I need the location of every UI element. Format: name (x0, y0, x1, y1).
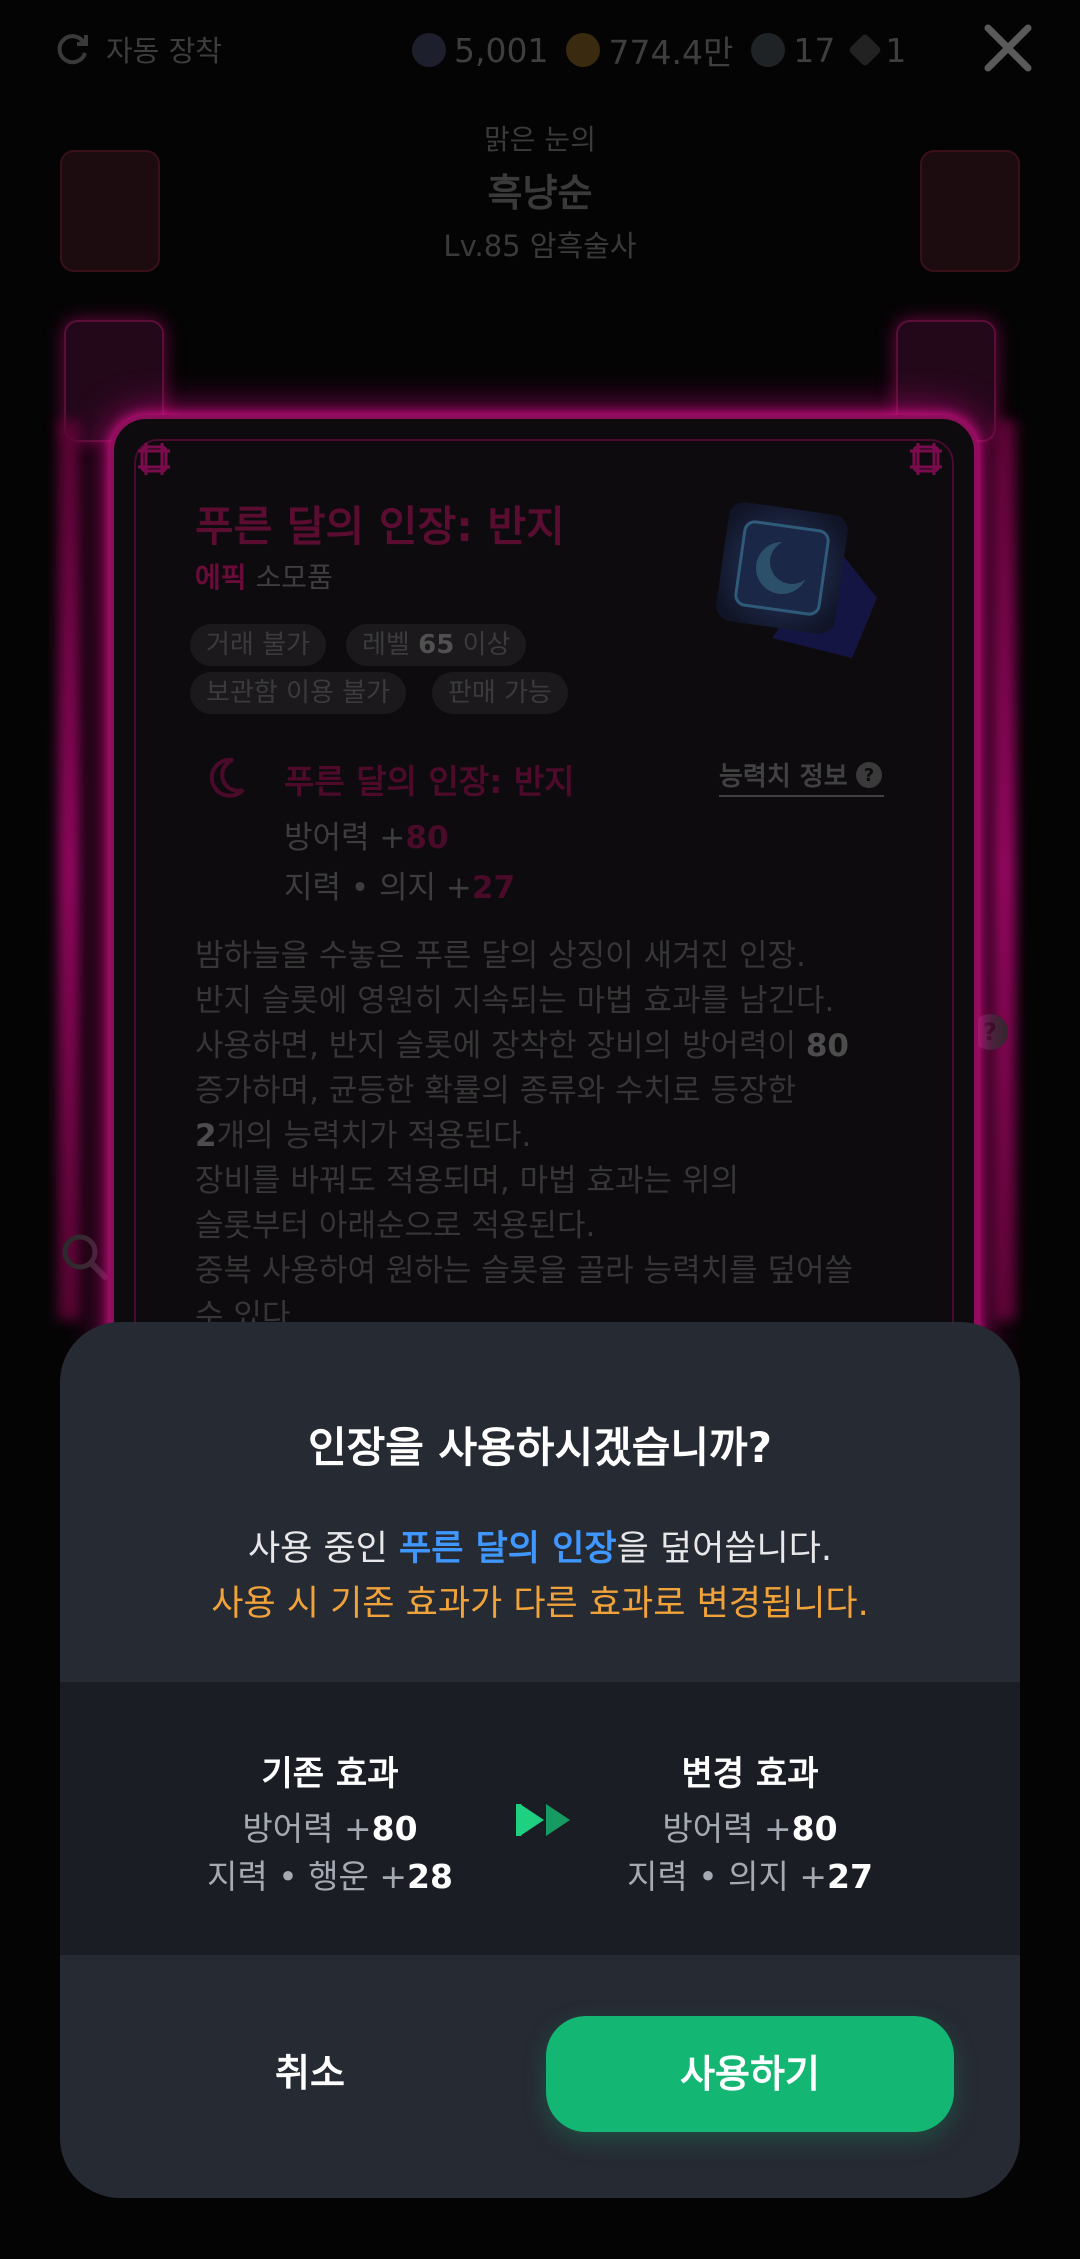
equipment-slot[interactable] (920, 150, 1020, 272)
character-epithet: 맑은 눈의 (484, 123, 596, 156)
auto-equip-toggle[interactable]: 자동 장착 (52, 28, 222, 70)
currency-value: 17 (793, 30, 836, 70)
gold-coin-icon (566, 33, 601, 67)
current-effect-title: 기존 효과 (261, 1754, 399, 1794)
currency-value: 1 (885, 30, 907, 70)
dialog-title: 인장을 사용하시겠습니까? (307, 1423, 773, 1472)
top-bar: 자동 장착 5,001 774.4만 17 1 (0, 0, 1080, 95)
currency-value: 774.4만 (608, 33, 734, 72)
effect-title: 푸른 달의 인장: 반지 (284, 762, 575, 801)
ornament-knot-icon (138, 443, 170, 475)
item-grade-line: 에픽 소모품 (195, 556, 333, 596)
current-effect-line: 지력 • 행운 +28 (207, 1857, 453, 1896)
svg-text:?: ? (983, 1018, 997, 1046)
dialog-warning: 사용 시 기존 효과가 다른 효과로 변경됩니다. (211, 1584, 869, 1624)
diamond-icon (848, 33, 883, 67)
character-header: 맑은 눈의 흑냥순 Lv.85 암흑술사 (0, 118, 1080, 265)
search-icon[interactable] (58, 1230, 110, 1282)
new-effect-title: 변경 효과 (681, 1754, 819, 1794)
ornament-knot-icon (910, 443, 942, 475)
auto-equip-label: 자동 장착 (106, 34, 222, 68)
dark-gem-icon (412, 33, 446, 67)
crescent-moon-icon (209, 757, 245, 798)
tag-chip: 보관함 이용 불가 (190, 672, 406, 714)
item-category: 소모품 (255, 561, 333, 594)
current-effect-line: 방어력 +80 (242, 1809, 418, 1848)
tag-chip: 거래 불가 (190, 624, 326, 666)
equipment-slot[interactable] (60, 150, 160, 272)
slot-column-glow (994, 420, 1016, 1320)
question-icon: ? (855, 761, 882, 788)
level-requirement-chip: 레벨 65 이상 (346, 624, 527, 666)
svg-text:?: ? (863, 765, 873, 786)
effect-line: 지력 • 의지 +27 (284, 870, 516, 906)
new-effect-line: 지력 • 의지 +27 (627, 1857, 873, 1896)
crystal-icon (751, 33, 786, 67)
use-seal-confirm-dialog: 인장을 사용하시겠습니까? 사용 중인 푸른 달의 인장을 덮어씁니다. 사용 … (60, 1322, 1020, 2198)
item-grade: 에픽 (195, 561, 247, 594)
currency-value: 5,001 (454, 30, 549, 70)
cancel-button[interactable]: 취소 (230, 2038, 390, 2108)
dialog-message: 사용 중인 푸른 달의 인장을 덮어씁니다. (247, 1529, 833, 1569)
refresh-icon (57, 34, 88, 65)
highlighted-item-name: 푸른 달의 인장 (399, 1529, 617, 1569)
moon-seal-item-icon (716, 502, 877, 658)
new-effect-line: 방어력 +80 (662, 1809, 838, 1848)
stat-info-link[interactable]: 능력치 정보 ? (719, 756, 884, 797)
effect-line: 방어력 +80 (284, 820, 449, 856)
close-icon[interactable] (978, 18, 1038, 78)
effect-comparison: 기존 효과 방어력 +80 지력 • 행운 +28 변경 효과 방어력 +80 … (60, 1682, 1020, 1955)
character-name: 흑냥순 (487, 171, 593, 215)
item-name: 푸른 달의 인장: 반지 (195, 502, 565, 551)
use-button[interactable]: 사용하기 (546, 2016, 954, 2132)
character-level-class: Lv.85 암흑술사 (443, 229, 637, 263)
currency-bar: 5,001 774.4만 17 1 (412, 26, 906, 74)
slot-column-glow (58, 420, 80, 1320)
tag-chip: 판매 가능 (432, 672, 568, 714)
item-description: 밤하늘을 수놓은 푸른 달의 상징이 새겨진 인장. 반지 슬롯에 영원히 지속… (195, 938, 854, 1334)
